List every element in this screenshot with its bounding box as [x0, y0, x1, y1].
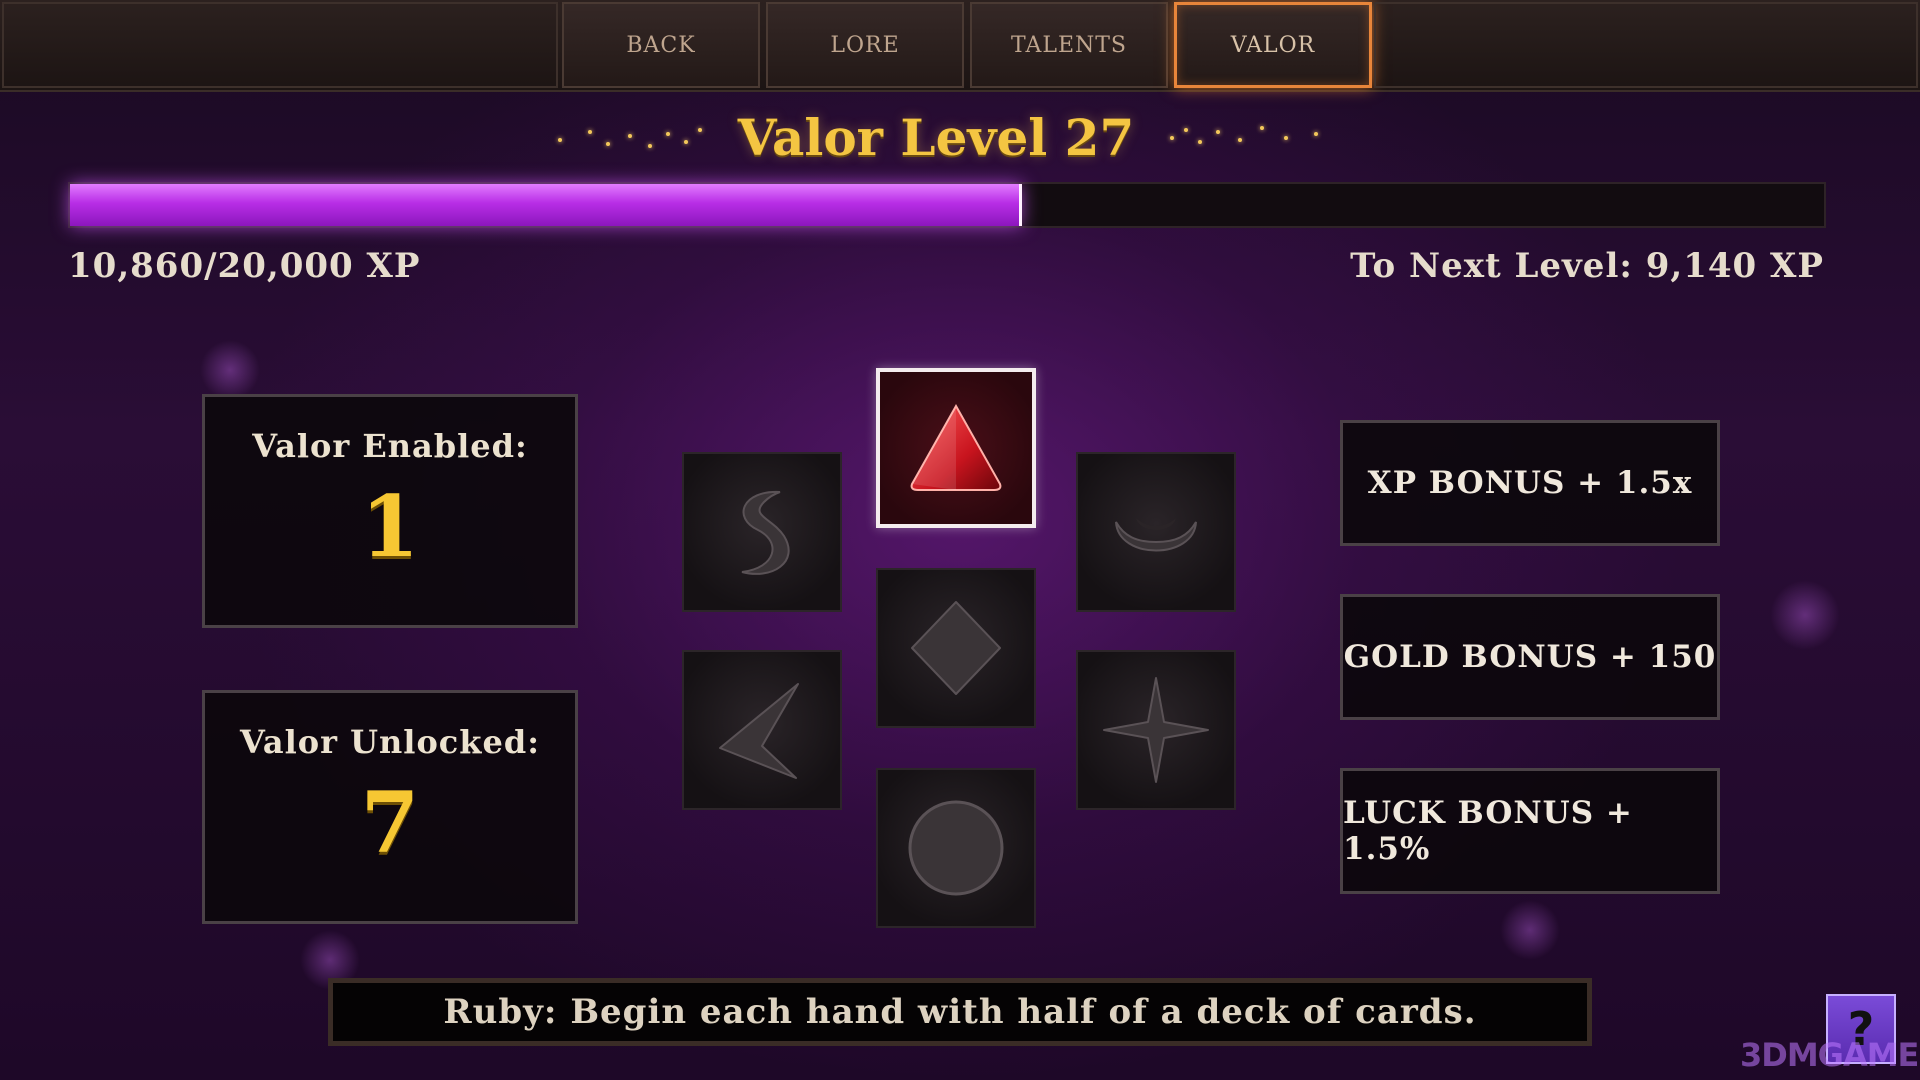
xp-to-next-level: To Next Level: 9,140 XP: [1350, 246, 1824, 286]
xp-progress-fill: [70, 184, 1023, 226]
tab-talents[interactable]: TALENTS: [970, 2, 1168, 88]
page-title: Valor Level 27: [737, 108, 1135, 167]
circle-gem-icon: [908, 800, 1004, 896]
background-glow: [1500, 900, 1560, 960]
background-glow: [1770, 580, 1840, 650]
tab-valor[interactable]: VALOR: [1174, 2, 1372, 88]
gold-bonus-panel: GOLD BONUS + 150: [1340, 594, 1720, 720]
triangle-gem-icon: [910, 403, 1002, 491]
gem-slot-circle[interactable]: [876, 768, 1036, 928]
valor-unlocked-label: Valor Unlocked:: [240, 723, 540, 761]
background-glow: [200, 340, 260, 400]
xp-progress-text: 10,860/20,000 XP: [68, 246, 421, 286]
diamond-gem-icon: [911, 601, 1001, 695]
valor-unlocked-value: 7: [360, 773, 420, 872]
valor-unlocked-panel: Valor Unlocked: 7: [202, 690, 578, 924]
nav-spacer-right: [1374, 2, 1918, 88]
gem-slot-crescent[interactable]: [1076, 452, 1236, 612]
gem-description-bar: Ruby: Begin each hand with half of a dec…: [328, 978, 1592, 1046]
gem-slot-star[interactable]: [1076, 650, 1236, 810]
nav-spacer-left: [2, 2, 558, 88]
s-shape-gem-icon: [741, 490, 790, 575]
luck-bonus-panel: LUCK BONUS + 1.5%: [1340, 768, 1720, 894]
valor-enabled-value: 1: [360, 477, 420, 576]
gem-slot-s-shape[interactable]: [682, 452, 842, 612]
chevron-gem-icon: [719, 683, 799, 779]
crescent-gem-icon: [1115, 518, 1197, 552]
four-point-star-gem-icon: [1103, 677, 1209, 783]
tab-back[interactable]: BACK: [562, 2, 760, 88]
valor-enabled-label: Valor Enabled:: [252, 427, 528, 465]
xp-progress-bar: [68, 182, 1826, 228]
xp-bonus-panel: XP BONUS + 1.5x: [1340, 420, 1720, 546]
top-nav-bar: BACK LORE TALENTS VALOR: [0, 0, 1920, 92]
tab-lore[interactable]: LORE: [766, 2, 964, 88]
sparkle-right: [1164, 122, 1334, 152]
gem-slot-chevron[interactable]: [682, 650, 842, 810]
gem-slot-diamond[interactable]: [876, 568, 1036, 728]
gem-slot-ruby[interactable]: [876, 368, 1036, 528]
valor-enabled-panel: Valor Enabled: 1: [202, 394, 578, 628]
watermark-logo: 3DMGAME: [1740, 1036, 1919, 1074]
